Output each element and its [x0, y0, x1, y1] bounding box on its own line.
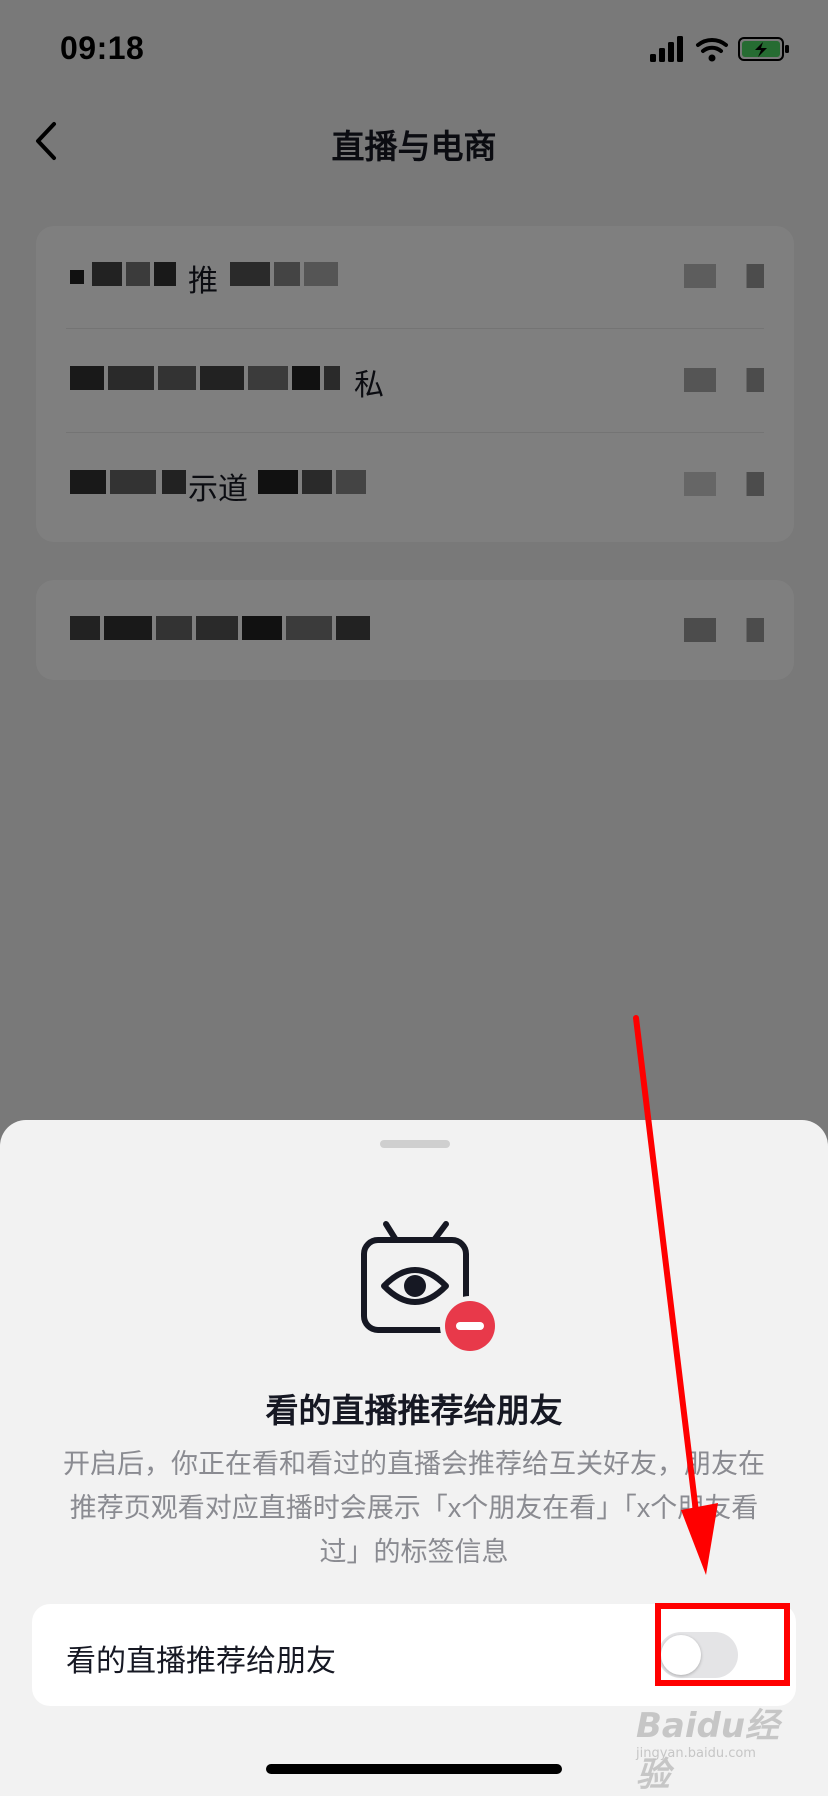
sheet-description: 开启后，你正在看和看过的直播会推荐给互关好友，朋友在推荐页观看对应直播时会展示「… — [63, 1449, 765, 1567]
annotation-highlight-box — [655, 1603, 790, 1686]
baidu-jingyan-watermark: Baidu经验 jingyan.baidu.com — [636, 1698, 786, 1795]
sheet-title: 看的直播推荐给朋友 — [265, 1392, 563, 1429]
home-indicator — [266, 1764, 562, 1774]
bottom-sheet: 看的直播推荐给朋友 开启后，你正在看和看过的直播会推荐给互关好友，朋友在推荐页观… — [0, 1120, 828, 1792]
watermark-url: jingyan.baidu.com — [636, 1746, 756, 1761]
toggle-label: 看的直播推荐给朋友 — [66, 1645, 336, 1678]
tv-eye-minus-icon — [361, 1221, 500, 1356]
sheet-drag-handle[interactable] — [380, 1140, 450, 1148]
